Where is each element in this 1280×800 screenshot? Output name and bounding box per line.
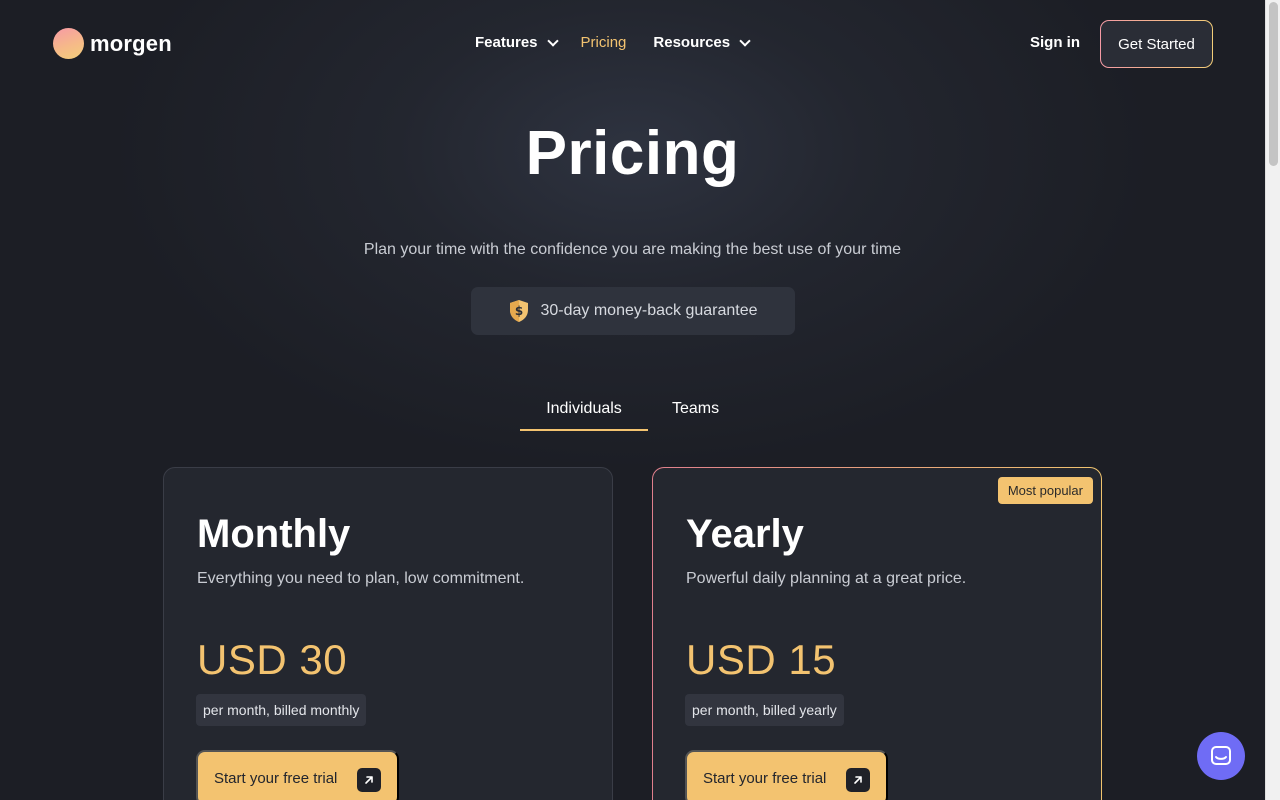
tab-teams[interactable]: Teams: [672, 400, 719, 418]
start-free-trial-button[interactable]: Start your free trial: [196, 750, 399, 800]
tab-active-indicator: [520, 429, 648, 431]
plan-billing: per month, billed monthly: [196, 694, 367, 726]
brand-logo[interactable]: morgen: [53, 28, 172, 59]
cta-label: Start your free trial: [214, 769, 338, 787]
nav-item-label: Features: [475, 34, 538, 51]
nav-item-pricing[interactable]: Pricing: [581, 34, 627, 51]
plan-name: Monthly: [197, 512, 351, 556]
page-title: Pricing: [525, 119, 740, 188]
cta-label: Start your free trial: [703, 769, 827, 787]
chat-bubble-icon: [1211, 746, 1231, 765]
chevron-down-icon: [546, 34, 559, 47]
chevron-down-icon: [739, 34, 751, 47]
arrow-up-right-icon: [357, 768, 381, 792]
main-nav: Features Pricing Resources: [475, 34, 751, 51]
plan-description: Powerful daily planning at a great price…: [686, 570, 967, 587]
sign-in-link[interactable]: Sign in: [1030, 34, 1080, 51]
page-scrollbar[interactable]: [1265, 0, 1280, 800]
plan-name: Yearly: [686, 512, 804, 556]
arrow-up-right-icon: [846, 768, 870, 792]
nav-item-features[interactable]: Features: [475, 34, 559, 51]
tab-individuals[interactable]: Individuals: [520, 400, 648, 418]
start-free-trial-button[interactable]: Start your free trial: [685, 750, 888, 800]
shield-dollar-icon: $: [510, 300, 529, 322]
most-popular-badge: Most popular: [997, 477, 1093, 504]
brand-mark-icon: [53, 28, 84, 59]
plan-card-monthly: Monthly Everything you need to plan, low…: [163, 467, 613, 800]
pricing-page: morgen Features Pricing Resources Sign i…: [0, 0, 1265, 800]
svg-text:$: $: [515, 304, 523, 318]
nav-item-label: Pricing: [580, 34, 627, 51]
guarantee-text: 30-day money-back guarantee: [540, 302, 758, 319]
nav-item-resources[interactable]: Resources: [653, 34, 751, 51]
guarantee-badge: $ 30-day money-back guarantee: [471, 287, 795, 335]
plan-billing: per month, billed yearly: [685, 694, 844, 726]
brand-name: morgen: [90, 30, 172, 56]
page-subtitle: Plan your time with the confidence you a…: [363, 241, 902, 258]
chat-launcher-button[interactable]: [1197, 732, 1245, 780]
plan-description: Everything you need to plan, low commitm…: [197, 570, 525, 587]
get-started-button[interactable]: Get Started: [1100, 20, 1213, 68]
plan-card-yearly: Most popular Yearly Powerful daily plann…: [652, 467, 1102, 800]
nav-item-label: Resources: [653, 34, 731, 51]
scrollbar-thumb[interactable]: [1269, 2, 1278, 166]
plan-price: USD 15: [686, 636, 837, 683]
plan-price: USD 30: [197, 636, 348, 683]
